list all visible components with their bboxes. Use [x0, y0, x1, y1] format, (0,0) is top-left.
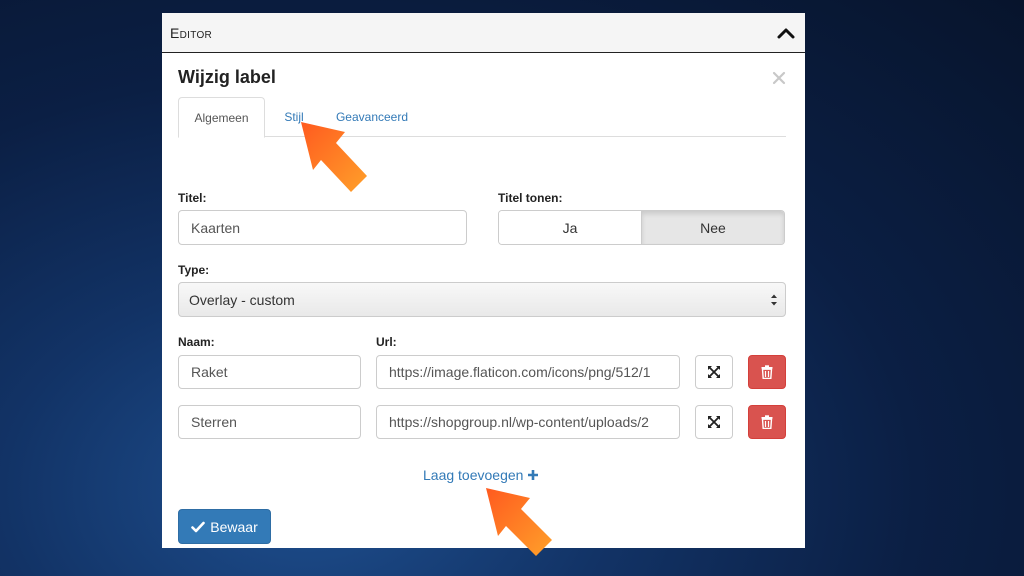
layer-naam-input[interactable]	[178, 355, 361, 389]
chevron-up-icon[interactable]	[775, 22, 797, 44]
expand-arrows-icon	[708, 416, 720, 428]
layer-url-input[interactable]	[376, 405, 680, 439]
tab-algemeen[interactable]: Algemeen	[178, 97, 265, 138]
checkmark-icon	[191, 521, 206, 532]
editor-panel: Editor Wijzig label Algemeen Stijl Geava…	[162, 13, 805, 548]
annotation-arrow-icon	[486, 488, 552, 556]
add-layer-link[interactable]: Laag toevoegen	[423, 467, 539, 483]
panel-header: Editor	[162, 13, 805, 53]
select-arrows-icon	[771, 294, 777, 306]
close-icon[interactable]	[772, 71, 786, 85]
layer-naam-input[interactable]	[178, 405, 361, 439]
layer-url-input[interactable]	[376, 355, 680, 389]
delete-button[interactable]	[748, 405, 786, 439]
trash-icon	[761, 365, 773, 379]
dialog-title: Wijzig label	[178, 67, 276, 87]
type-select-value: Overlay - custom	[189, 291, 295, 308]
toggle-nee[interactable]: Nee	[641, 211, 784, 244]
type-select[interactable]: Overlay - custom	[178, 282, 786, 317]
titel-tonen-label: Titel tonen:	[498, 191, 563, 205]
expand-arrows-icon	[708, 366, 720, 378]
panel-title: Editor	[170, 24, 213, 41]
plus-icon	[528, 470, 539, 480]
titel-tonen-toggle: Ja Nee	[498, 210, 785, 245]
save-label: Bewaar	[210, 518, 258, 535]
type-label: Type:	[178, 263, 210, 277]
expand-button[interactable]	[695, 405, 733, 439]
naam-label: Naam:	[178, 335, 215, 349]
tab-bar: Algemeen Stijl Geavanceerd	[178, 97, 786, 138]
toggle-ja[interactable]: Ja	[499, 211, 641, 244]
titel-input[interactable]	[178, 210, 467, 245]
save-button[interactable]: Bewaar	[178, 509, 271, 544]
annotation-arrow-icon	[301, 122, 367, 192]
trash-icon	[761, 415, 773, 429]
delete-button[interactable]	[748, 355, 786, 389]
url-label: Url:	[376, 335, 397, 349]
titel-label: Titel:	[178, 191, 207, 205]
expand-button[interactable]	[695, 355, 733, 389]
add-layer-label: Laag toevoegen	[423, 467, 524, 483]
